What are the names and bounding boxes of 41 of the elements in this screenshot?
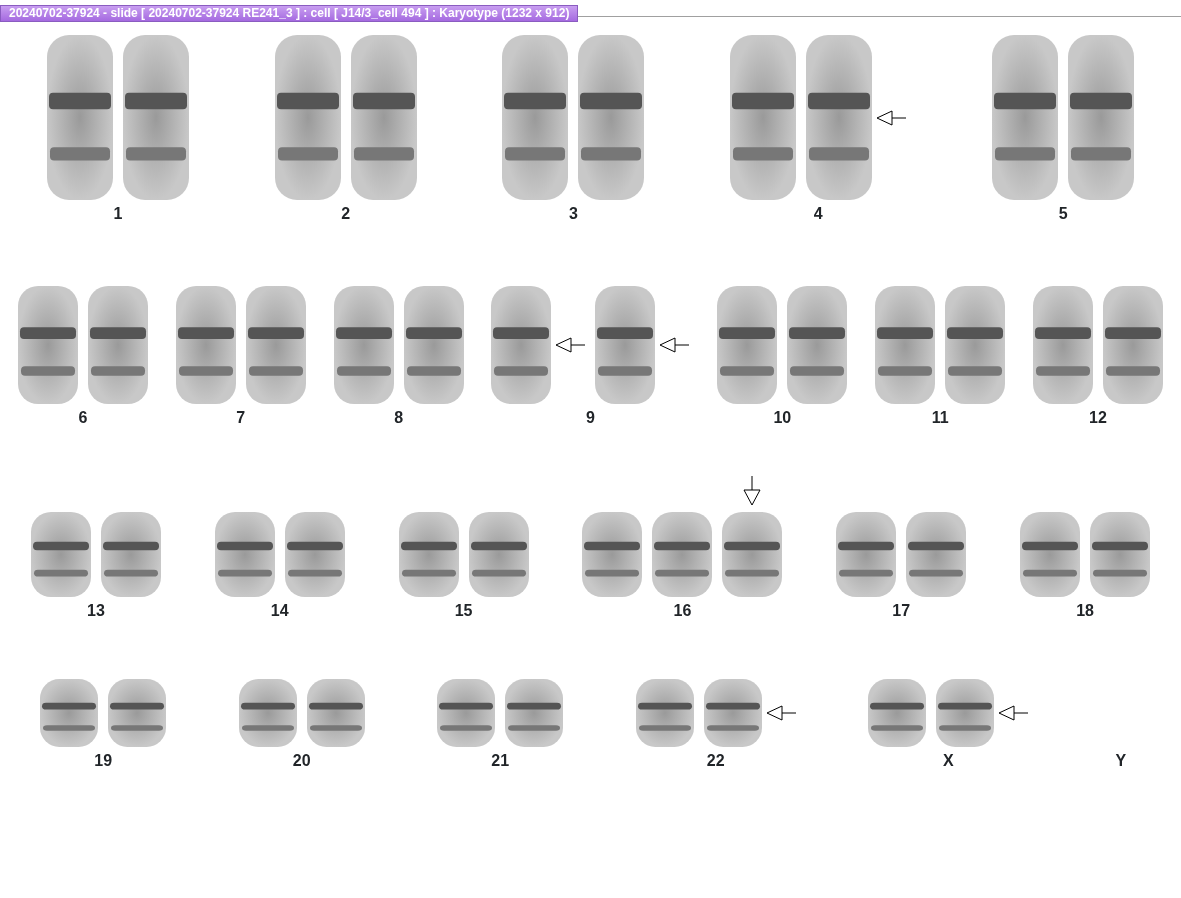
chromosome-number: 17 [892,601,911,621]
arrow-icon [998,705,1029,721]
chromosome-number: 14 [270,601,289,621]
chromosome-number: 18 [1076,601,1094,621]
chromosome-number: 21 [491,751,510,771]
chromosome-image [108,679,167,747]
chromosome-number: 15 [454,601,473,621]
window-title: 20240702-37924 - slide [ 20240702-37924 RE241_3 ] : cell [ J14/3_cell 494 ] : Karyotype (1232 x 912) [0,5,579,22]
arrow-icon [555,337,586,353]
chromosome-image [505,679,564,747]
chromosome-number: 13 [87,601,105,621]
chromosome-image [306,679,365,747]
chromosome-number: 11 [931,408,949,428]
chromosome-number: 3 [569,204,578,224]
chromosome-number: 20 [292,751,311,771]
chromosome-image [936,679,995,747]
chromosome-number: 7 [236,408,246,428]
arrow-icon [659,337,690,353]
chromosome-number: 6 [78,408,88,428]
chromosome-number: 9 [586,408,595,428]
arrow-icon [743,476,762,506]
chromosome-image [635,679,694,747]
chromosome-image [238,679,297,747]
chromosome-image [868,679,927,747]
chromosome-image [40,679,99,747]
chromosome-number: 2 [341,204,351,224]
chromosome-number: 16 [673,601,692,621]
chromosome-number: 10 [773,408,792,428]
chromosome-number: 12 [1089,408,1107,428]
arrow-icon [765,705,796,721]
chromosome-number: 1 [113,204,123,224]
chromosome-number: 4 [813,204,823,224]
chromosome-number: 22 [706,751,725,771]
chromosome-number: 19 [94,751,113,771]
chromosome-image [437,679,496,747]
chromosome-number: 8 [394,408,404,428]
chromosome-number: Y [1115,751,1127,771]
chromosome-image [703,679,762,747]
arrow-icon [876,109,907,126]
chromosome-number: 5 [1058,204,1068,224]
chromosome-number: X [942,751,954,771]
